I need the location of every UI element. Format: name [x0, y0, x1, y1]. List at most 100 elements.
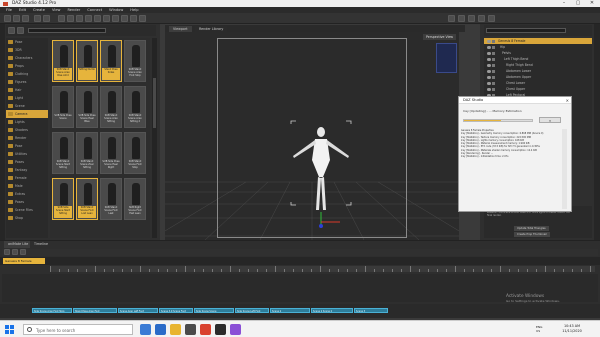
redo-icon[interactable]	[43, 15, 50, 22]
dialog-cancel-button[interactable]: ✕	[539, 117, 561, 123]
folder-tree-item[interactable]: Female	[6, 174, 48, 182]
folder-tree-item[interactable]: Poses	[6, 158, 48, 166]
render-icon[interactable]	[458, 15, 465, 22]
tab-timeline[interactable]: Timeline	[30, 241, 53, 248]
windows-start-icon[interactable]	[5, 325, 14, 334]
folder-tree-item[interactable]: Scene Files	[6, 206, 48, 214]
pose-thumbnail[interactable]: SUB Stand Scene Zoar Sitting	[76, 132, 98, 174]
daz-studio-taskbar-icon[interactable]	[215, 324, 226, 335]
pose-thumbnail[interactable]: SUB Stand Scene Foot Stop	[124, 132, 146, 174]
content-scrollbar[interactable]	[152, 38, 157, 238]
lock-icon[interactable]	[492, 45, 495, 49]
pose-thumbnail[interactable]: SUB Side Pose Scene	[52, 86, 74, 128]
app-icon[interactable]	[230, 324, 241, 335]
animate-key-block[interactable]: Scene 2 Scene 2	[311, 308, 353, 313]
animate-key-block[interactable]: Stand Pose Aran Foot	[73, 308, 117, 313]
camera-icon[interactable]	[478, 15, 485, 22]
folder-tree-item[interactable]: Extras	[6, 190, 48, 198]
pose-thumbnail[interactable]: SUB Stand Scene Foot Lost Lean	[76, 178, 98, 220]
folder-tree-item[interactable]: 3DR	[6, 46, 48, 54]
lock-icon[interactable]	[492, 75, 495, 79]
select-tool-icon[interactable]	[58, 15, 65, 22]
lock-icon[interactable]	[492, 57, 495, 61]
folder-tree-item[interactable]: Male	[6, 182, 48, 190]
folder-tree-item[interactable]: Props	[6, 62, 48, 70]
store-icon[interactable]	[185, 324, 196, 335]
lock-icon[interactable]	[492, 63, 495, 67]
folder-tree-item[interactable]: Hair	[6, 86, 48, 94]
pose-thumbnail[interactable]: SUB Side Pose Scene Heel Right	[100, 132, 122, 174]
3d-viewport[interactable]: Perspective View	[165, 32, 459, 240]
folder-tree-item[interactable]: Poses	[6, 198, 48, 206]
stop-icon[interactable]	[12, 249, 18, 255]
left-pane-tabs[interactable]	[0, 24, 5, 240]
pose-thumbnail[interactable]: SUB Side Pose Scene Heel Blue	[76, 86, 98, 128]
translate-tool-icon[interactable]	[76, 15, 83, 22]
play-icon[interactable]	[4, 249, 10, 255]
folder-tree-item[interactable]: Figures	[6, 78, 48, 86]
pose-thumbnail[interactable]: SUB Stand Scene Aran Rise Amd	[52, 40, 74, 82]
animate-key-block[interactable]: Scene Aran Left Foot	[118, 308, 158, 313]
pose-thumbnail[interactable]: SUB Stand Scene Aran Foot Stop	[124, 40, 146, 82]
visibility-eye-icon[interactable]	[487, 81, 491, 85]
folder-tree-item[interactable]: Pose	[6, 142, 48, 150]
content-menu-icon[interactable]	[8, 27, 15, 34]
pose-thumbnail[interactable]: Sitting Dumb	[76, 40, 98, 82]
lock-icon[interactable]	[492, 51, 495, 55]
lock-icon[interactable]	[492, 39, 495, 43]
folder-tree-item[interactable]: Light	[6, 94, 48, 102]
create-thumbnail-button[interactable]: Create Prop Thumbnail	[514, 232, 550, 237]
lock-icon[interactable]	[492, 69, 495, 73]
folder-tree-item[interactable]: Camera	[6, 110, 48, 118]
content-filter-field[interactable]	[28, 28, 106, 33]
view-selector[interactable]: Perspective View	[423, 34, 457, 40]
content-search-icon[interactable]	[17, 27, 24, 34]
visibility-eye-icon[interactable]	[487, 51, 491, 55]
save-icon[interactable]	[22, 15, 29, 22]
maximize-button[interactable]: ▢	[571, 0, 585, 7]
lock-icon[interactable]	[492, 81, 495, 85]
pose-thumbnail[interactable]: SUB Stand Scene Foot Last	[100, 178, 122, 220]
view-cube-icon[interactable]	[436, 43, 457, 73]
pose-thumbnail[interactable]: SUB Side Scene Start Sitting	[52, 178, 74, 220]
animate-key-block[interactable]: Side Scene Scene	[194, 308, 234, 313]
folder-tree-item[interactable]: Render	[6, 134, 48, 142]
folder-tree-item[interactable]: Shaders	[6, 126, 48, 134]
edge-icon[interactable]	[155, 324, 166, 335]
open-icon[interactable]	[13, 15, 20, 22]
chrome-icon[interactable]	[200, 324, 211, 335]
lock-icon[interactable]	[492, 87, 495, 91]
new-scene-icon[interactable]	[4, 15, 11, 22]
visibility-eye-icon[interactable]	[487, 45, 491, 49]
folder-tree-item[interactable]: Utilities	[6, 150, 48, 158]
visibility-eye-icon[interactable]	[487, 69, 491, 73]
right-pane-tabs[interactable]	[594, 24, 600, 240]
geometry-editor-icon[interactable]	[112, 15, 119, 22]
taskbar-search-input[interactable]: Type here to search	[23, 324, 133, 335]
pose-thumbnail[interactable]: SUB Stand Scene Aran Sitting 2	[124, 86, 146, 128]
animate-key-block[interactable]: Scene 3	[354, 308, 388, 313]
folder-tree-item[interactable]: Characters	[6, 54, 48, 62]
loop-icon[interactable]	[20, 249, 26, 255]
animate-key-block[interactable]: Side Scene Left Foot	[235, 308, 269, 313]
surface-selection-icon[interactable]	[121, 15, 128, 22]
universal-tool-icon[interactable]	[94, 15, 101, 22]
pose-thumbnail[interactable]: SUB Stand Scene Start Sitting	[52, 132, 74, 174]
render-settings-icon[interactable]	[448, 15, 455, 22]
tab-animate-lite[interactable]: aniMate Lite	[4, 241, 33, 248]
layout-icon[interactable]	[488, 15, 495, 22]
language-indicator[interactable]: ENG US	[536, 325, 542, 333]
visibility-eye-icon[interactable]	[487, 75, 491, 79]
content-scroll-thumb[interactable]	[153, 78, 156, 128]
scale-tool-icon[interactable]	[85, 15, 92, 22]
folder-tree-item[interactable]: Lights	[6, 118, 48, 126]
folder-tree-item[interactable]: Fantasy	[6, 166, 48, 174]
animate-key-block[interactable]: Scene 2	[270, 308, 310, 313]
animate-key-block[interactable]: Scene 3.0 Scene Foot	[159, 308, 193, 313]
taskbar-clock[interactable]: 10:43 AM 11/11/2020	[552, 324, 592, 334]
timeline-track-name[interactable]: Genesis 8 Female	[3, 258, 45, 264]
pose-thumbnail[interactable]: SUB Stand Scene Aran Sitting	[100, 86, 122, 128]
dialog-scrollbar[interactable]	[562, 129, 567, 209]
task-view-icon[interactable]	[140, 324, 151, 335]
folder-tree-item[interactable]: Clothing	[6, 70, 48, 78]
